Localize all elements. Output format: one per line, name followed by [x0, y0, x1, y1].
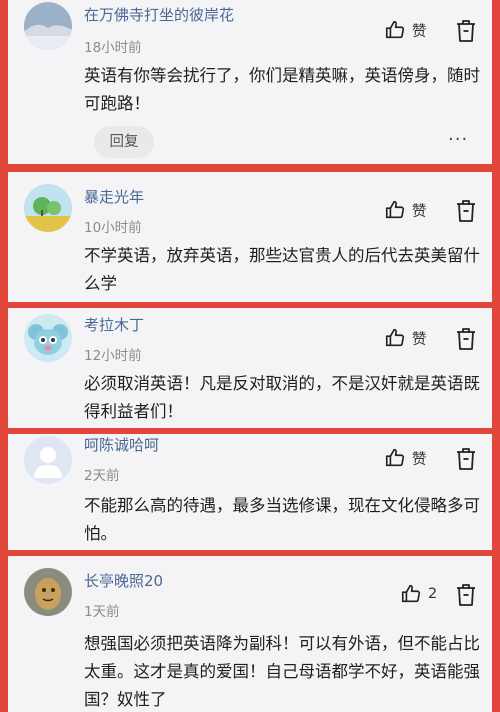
comment-text: 不学英语，放弃英语，那些达官贵人的后代去英美留什么学: [84, 246, 480, 293]
comment-card: 考拉木丁 12小时前 赞 必须取消英语！凡是反对取消的，不是汉奸就是英语既得利益…: [8, 308, 492, 428]
like-button[interactable]: 赞: [384, 19, 427, 41]
delete-button[interactable]: [455, 19, 477, 43]
avatar[interactable]: [24, 568, 72, 616]
like-label: 赞: [412, 203, 427, 220]
delete-button[interactable]: [455, 327, 477, 351]
like-label: 赞: [412, 451, 427, 468]
comment-card: 长亭晚照20 1天前 2 想强国必须把英语降为副科！可以有外语，但不能占比太重。…: [8, 556, 492, 712]
reply-button[interactable]: 回复: [94, 126, 154, 158]
username[interactable]: 呵陈诚哈呵: [84, 434, 159, 455]
timestamp: 2天前: [84, 468, 120, 484]
comment-text: 必须取消英语！凡是反对取消的，不是汉奸就是英语既得利益者们！: [84, 374, 480, 421]
thumbs-up-icon: [384, 19, 406, 41]
like-button[interactable]: 赞: [384, 199, 427, 221]
avatar[interactable]: [24, 436, 72, 484]
username[interactable]: 在万佛寺打坐的彼岸花: [84, 4, 234, 25]
username[interactable]: 暴走光年: [84, 186, 144, 207]
comment-text: 想强国必须把英语降为副科！可以有外语，但不能占比太重。这才是真的爱国！自己母语都…: [84, 634, 480, 709]
like-label: 赞: [412, 331, 427, 348]
comment-list: 在万佛寺打坐的彼岸花 18小时前 赞 英语有你等会扰行了，你们是精英嘛，英语傍身…: [0, 0, 500, 712]
trash-icon: [455, 199, 477, 223]
more-icon[interactable]: ···: [448, 131, 468, 149]
like-label: 赞: [412, 23, 427, 40]
delete-button[interactable]: [455, 583, 477, 607]
username[interactable]: 考拉木丁: [84, 314, 144, 335]
thumbs-up-icon: [400, 583, 422, 605]
like-button[interactable]: 2: [400, 583, 437, 605]
comment-text: 不能那么高的待遇，最多当选修课，现在文化侵略多可怕。: [84, 496, 480, 543]
thumbs-up-icon: [384, 447, 406, 469]
trash-icon: [455, 583, 477, 607]
comment-card: 呵陈诚哈呵 2天前 赞 不能那么高的待遇，最多当选修课，现在文化侵略多可怕。: [8, 434, 492, 550]
trash-icon: [455, 327, 477, 351]
comment-card: 暴走光年 10小时前 赞 不学英语，放弃英语，那些达官贵人的后代去英美留什么学: [8, 172, 492, 302]
timestamp: 12小时前: [84, 348, 142, 364]
like-button[interactable]: 赞: [384, 327, 427, 349]
avatar[interactable]: [24, 2, 72, 50]
timestamp: 10小时前: [84, 220, 142, 236]
comment-text: 英语有你等会扰行了，你们是精英嘛，英语傍身，随时可跑路！: [84, 66, 480, 113]
avatar[interactable]: [24, 314, 72, 362]
timestamp: 1天前: [84, 604, 120, 620]
like-count: 2: [428, 586, 438, 602]
avatar[interactable]: [24, 184, 72, 232]
delete-button[interactable]: [455, 199, 477, 223]
trash-icon: [455, 19, 477, 43]
username[interactable]: 长亭晚照20: [84, 570, 163, 591]
thumbs-up-icon: [384, 327, 406, 349]
like-button[interactable]: 赞: [384, 447, 427, 469]
thumbs-up-icon: [384, 199, 406, 221]
timestamp: 18小时前: [84, 40, 142, 56]
delete-button[interactable]: [455, 447, 477, 471]
comment-card: 在万佛寺打坐的彼岸花 18小时前 赞 英语有你等会扰行了，你们是精英嘛，英语傍身…: [8, 0, 492, 164]
trash-icon: [455, 447, 477, 471]
